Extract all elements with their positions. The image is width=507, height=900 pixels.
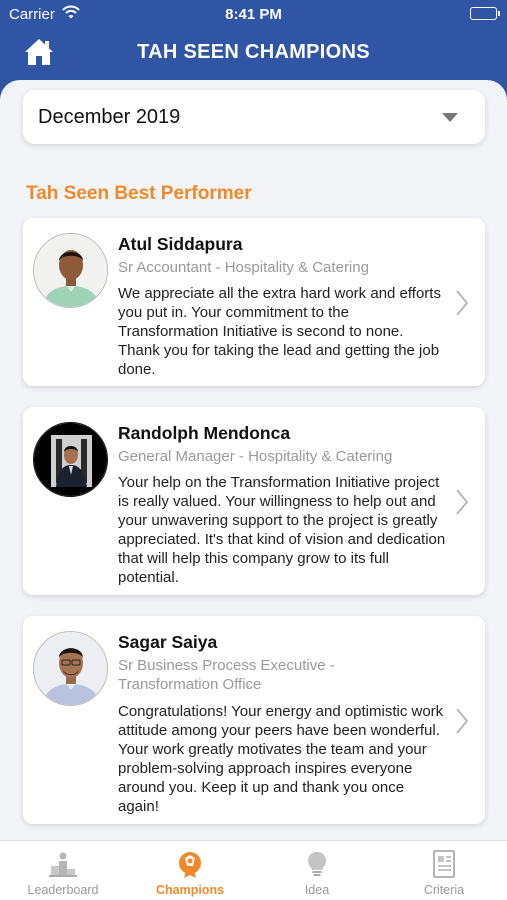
performer-message: Congratulations! Your energy and optimis… <box>118 703 444 815</box>
avatar <box>33 631 108 706</box>
performer-card[interactable]: Sagar Saiya Sr Business Process Executiv… <box>23 616 485 824</box>
tab-label: Criteria <box>423 883 465 897</box>
tab-label: Leaderboard <box>27 883 99 897</box>
champion-badge-icon <box>179 852 201 878</box>
lightbulb-icon <box>308 852 326 876</box>
tab-champions[interactable]: Champions <box>127 841 253 900</box>
podium-icon <box>49 852 77 877</box>
status-bar: Carrier 8:41 PM <box>0 0 507 28</box>
performer-role: Sr Business Process Executive - Transfor… <box>118 657 335 693</box>
performer-name: Randolph Mendonca <box>118 423 291 443</box>
caret-down-icon <box>442 113 458 122</box>
performer-name: Atul Siddapura <box>118 234 243 254</box>
chevron-right-icon <box>456 290 468 316</box>
battery-icon <box>470 7 500 20</box>
month-dropdown[interactable]: December 2019 <box>23 90 485 144</box>
tab-idea[interactable]: Idea <box>254 841 380 900</box>
status-time: 8:41 PM <box>225 6 282 23</box>
performer-message: Your help on the Transformation Initiati… <box>118 474 446 586</box>
chevron-right-icon <box>456 489 468 515</box>
tab-bar: Leaderboard Champions Idea Criteria <box>0 840 507 900</box>
performer-role: General Manager - Hospitality & Catering <box>118 448 393 465</box>
tab-leaderboard[interactable]: Leaderboard <box>0 841 126 900</box>
performer-card[interactable]: Atul Siddapura Sr Accountant - Hospitali… <box>23 218 485 386</box>
content-sheet: December 2019 Tah Seen Best Performer At… <box>0 80 507 840</box>
chevron-right-icon <box>456 708 468 734</box>
performer-card[interactable]: Randolph Mendonca General Manager - Hosp… <box>23 407 485 595</box>
avatar <box>33 422 108 497</box>
nav-bar: TAH SEEN CHAMPIONS <box>0 28 507 78</box>
section-title: Tah Seen Best Performer <box>26 183 252 204</box>
avatar <box>33 233 108 308</box>
performer-message: We appreciate all the extra hard work an… <box>118 285 441 378</box>
performer-name: Sagar Saiya <box>118 632 218 652</box>
tab-criteria[interactable]: Criteria <box>381 841 507 900</box>
document-icon <box>433 850 455 878</box>
page-title: TAH SEEN CHAMPIONS <box>137 41 370 63</box>
tab-label: Idea <box>304 883 330 897</box>
performer-role: Sr Accountant - Hospitality & Catering <box>118 259 369 276</box>
tab-label: Champions <box>155 883 225 897</box>
month-dropdown-value: December 2019 <box>38 106 181 128</box>
